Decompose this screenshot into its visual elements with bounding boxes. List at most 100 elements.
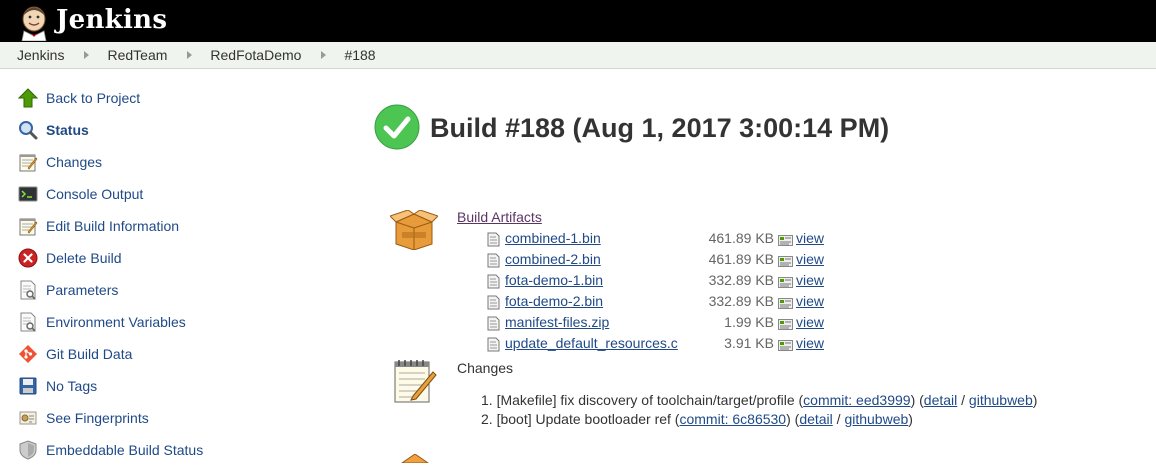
success-check-icon bbox=[374, 104, 420, 153]
file-icon bbox=[487, 274, 500, 292]
change-item: 1. [Makefile] fix discovery of toolchain… bbox=[481, 392, 1037, 408]
githubweb-link[interactable]: githubweb bbox=[844, 411, 908, 427]
artifact-view-link[interactable]: view bbox=[796, 293, 824, 309]
document-magnifier-icon bbox=[17, 311, 39, 333]
package-box-icon bbox=[389, 209, 439, 253]
artifact-file-link[interactable]: update_default_resources.c bbox=[505, 335, 678, 351]
document-magnifier-icon bbox=[17, 279, 39, 301]
artifact-row: fota-demo-2.bin 332.89 KB view bbox=[487, 292, 887, 313]
breadcrumb: Jenkins RedTeam RedFotaDemo #188 bbox=[0, 42, 1156, 69]
artifact-row: combined-2.bin 461.89 KB view bbox=[487, 250, 887, 271]
artifact-file-size: 332.89 KB bbox=[708, 293, 774, 309]
build-title-row: Build #188 (Aug 1, 2017 3:00:14 PM) bbox=[374, 104, 889, 153]
magnifier-icon bbox=[17, 119, 39, 141]
view-file-icon[interactable] bbox=[778, 275, 793, 291]
breadcrumb-separator-icon bbox=[187, 51, 193, 59]
page-title: Build #188 (Aug 1, 2017 3:00:14 PM) bbox=[430, 113, 890, 143]
view-file-icon[interactable] bbox=[778, 338, 793, 354]
artifact-file-link[interactable]: fota-demo-2.bin bbox=[505, 293, 603, 309]
change-punct: ) ( bbox=[910, 392, 924, 408]
change-separator: / bbox=[832, 411, 845, 427]
artifact-view-link[interactable]: view bbox=[796, 335, 824, 351]
sidebar-item-edit-build-information[interactable]: Edit Build Information bbox=[17, 214, 179, 238]
sidebar-item-back-to-project[interactable]: Back to Project bbox=[17, 86, 140, 110]
change-message: [Makefile] fix discovery of toolchain/ta… bbox=[496, 392, 804, 408]
change-separator: / bbox=[957, 392, 969, 408]
artifact-file-size: 332.89 KB bbox=[708, 272, 774, 288]
jenkins-logo-icon[interactable] bbox=[15, 3, 53, 42]
sidebar-item-label[interactable]: Changes bbox=[46, 154, 102, 170]
artifact-row: manifest-files.zip 1.99 KB view bbox=[487, 313, 887, 334]
view-file-icon[interactable] bbox=[778, 233, 793, 249]
fingerprint-icon bbox=[17, 407, 39, 429]
artifact-file-link[interactable]: fota-demo-1.bin bbox=[505, 272, 603, 288]
floppy-disk-icon bbox=[17, 375, 39, 397]
sidebar-item-status[interactable]: Status bbox=[17, 118, 89, 142]
sidebar-item-label[interactable]: See Fingerprints bbox=[46, 410, 149, 426]
notepad-icon bbox=[17, 215, 39, 237]
artifact-view-link[interactable]: view bbox=[796, 230, 824, 246]
artifact-file-size: 1.99 KB bbox=[724, 314, 774, 330]
sidebar-item-label[interactable]: Embeddable Build Status bbox=[46, 442, 203, 458]
sidebar-item-parameters[interactable]: Parameters bbox=[17, 278, 118, 302]
file-icon bbox=[487, 337, 500, 355]
breadcrumb-item-build[interactable]: #188 bbox=[344, 47, 375, 63]
view-file-icon[interactable] bbox=[778, 254, 793, 270]
breadcrumb-item-redteam[interactable]: RedTeam bbox=[107, 47, 167, 63]
sidebar-item-see-fingerprints[interactable]: See Fingerprints bbox=[17, 406, 149, 430]
sidebar-item-label[interactable]: Edit Build Information bbox=[46, 218, 179, 234]
sidebar-item-console-output[interactable]: Console Output bbox=[17, 182, 143, 206]
artifact-view-link[interactable]: view bbox=[796, 272, 824, 288]
sidebar-item-changes[interactable]: Changes bbox=[17, 150, 102, 174]
artifact-file-link[interactable]: combined-2.bin bbox=[505, 251, 601, 267]
sidebar-item-label[interactable]: Git Build Data bbox=[46, 346, 132, 362]
sidebar-item-git-build-data[interactable]: Git Build Data bbox=[17, 342, 132, 366]
header-bar: Jenkins bbox=[0, 0, 1156, 42]
artifact-file-link[interactable]: manifest-files.zip bbox=[505, 314, 609, 330]
artifact-view-link[interactable]: view bbox=[796, 251, 824, 267]
sidebar-item-label[interactable]: Back to Project bbox=[46, 90, 140, 106]
shield-icon bbox=[17, 439, 39, 461]
artifact-row: update_default_resources.c 3.91 KB view bbox=[487, 334, 887, 355]
sidebar-item-no-tags[interactable]: No Tags bbox=[17, 374, 97, 398]
brand-title[interactable]: Jenkins bbox=[56, 5, 167, 35]
sidebar-item-label[interactable]: Environment Variables bbox=[46, 314, 186, 330]
sidebar-item-label[interactable]: Status bbox=[46, 122, 89, 138]
breadcrumb-separator-icon bbox=[84, 51, 90, 59]
git-icon bbox=[17, 343, 39, 365]
artifact-view-link[interactable]: view bbox=[796, 314, 824, 330]
artifact-row: combined-1.bin 461.89 KB view bbox=[487, 229, 887, 250]
view-file-icon[interactable] bbox=[778, 317, 793, 333]
githubweb-link[interactable]: githubweb bbox=[969, 392, 1033, 408]
commit-link[interactable]: commit: 6c86530 bbox=[679, 411, 786, 427]
detail-link[interactable]: detail bbox=[799, 411, 832, 427]
sidebar-item-label[interactable]: Parameters bbox=[46, 282, 118, 298]
file-icon bbox=[487, 232, 500, 250]
file-icon bbox=[487, 316, 500, 334]
artifact-row: fota-demo-1.bin 332.89 KB view bbox=[487, 271, 887, 292]
breadcrumb-item-redfotademo[interactable]: RedFotaDemo bbox=[210, 47, 301, 63]
sidebar-item-environment-variables[interactable]: Environment Variables bbox=[17, 310, 186, 334]
partial-package-icon bbox=[400, 450, 430, 466]
artifact-file-size: 461.89 KB bbox=[708, 230, 774, 246]
build-artifacts-link[interactable]: Build Artifacts bbox=[457, 209, 542, 225]
artifact-file-link[interactable]: combined-1.bin bbox=[505, 230, 601, 246]
terminal-icon bbox=[17, 183, 39, 205]
change-punct: ) ( bbox=[786, 411, 800, 427]
breadcrumb-separator-icon bbox=[321, 51, 327, 59]
view-file-icon[interactable] bbox=[778, 296, 793, 312]
breadcrumb-item-jenkins[interactable]: Jenkins bbox=[17, 47, 64, 63]
file-icon bbox=[487, 295, 500, 313]
sidebar-item-label[interactable]: Console Output bbox=[46, 186, 143, 202]
sidebar-item-embeddable-build-status[interactable]: Embeddable Build Status bbox=[17, 438, 203, 462]
detail-link[interactable]: detail bbox=[924, 392, 957, 408]
change-number: 2. bbox=[481, 411, 493, 427]
artifact-file-size: 3.91 KB bbox=[724, 335, 774, 351]
notepad-pencil-icon bbox=[393, 358, 437, 407]
sidebar-item-delete-build[interactable]: Delete Build bbox=[17, 246, 122, 270]
red-x-icon bbox=[17, 247, 39, 269]
sidebar-item-label[interactable]: No Tags bbox=[46, 378, 97, 394]
sidebar-item-label[interactable]: Delete Build bbox=[46, 250, 122, 266]
commit-link[interactable]: commit: eed3999 bbox=[803, 392, 910, 408]
notepad-icon bbox=[17, 151, 39, 173]
